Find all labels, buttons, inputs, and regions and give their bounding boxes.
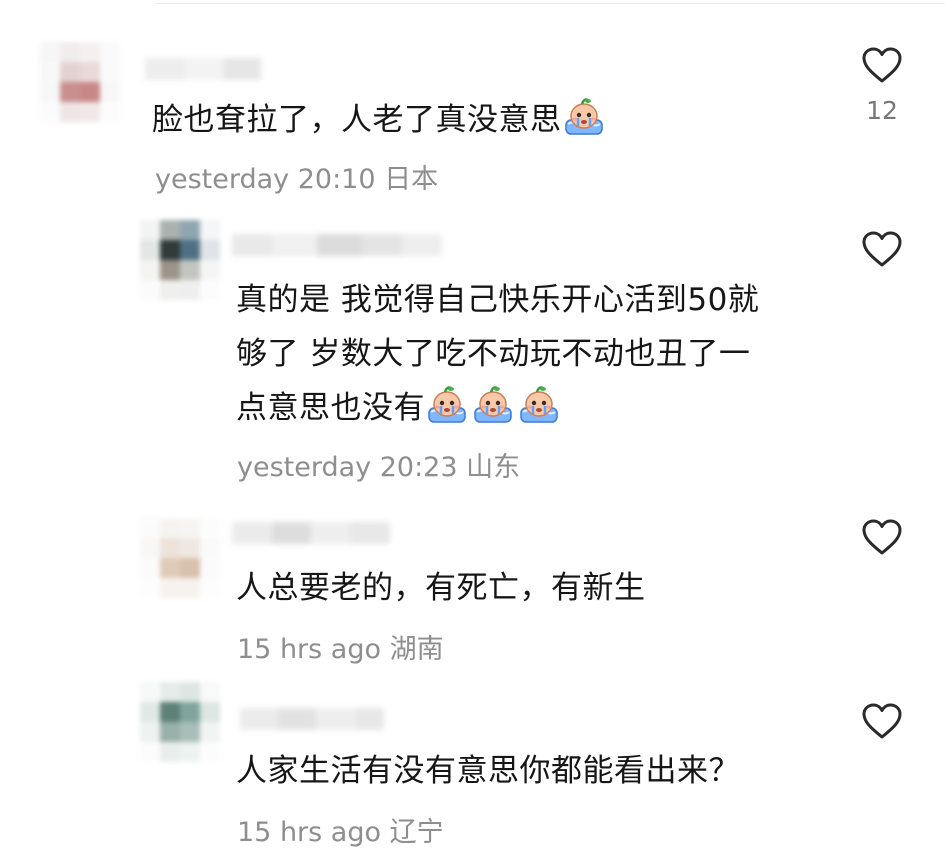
comment-time: 15 hrs ago bbox=[237, 634, 382, 665]
like-button[interactable] bbox=[860, 702, 904, 740]
heart-outline-icon bbox=[862, 231, 902, 267]
username-blurred[interactable] bbox=[240, 708, 384, 730]
comment-text: 人总要老的，有死亡，有新生 bbox=[236, 570, 646, 606]
like-count: 12 bbox=[866, 96, 898, 125]
comment-meta: yesterday 20:10 日本 bbox=[155, 157, 438, 196]
avatar[interactable] bbox=[40, 42, 120, 122]
comment-text: 人家生活有没有意思你都能看出来？ bbox=[236, 753, 740, 789]
avatar[interactable] bbox=[140, 220, 220, 300]
top-divider bbox=[155, 3, 945, 4]
crying-face-emoji bbox=[425, 384, 469, 424]
like-button[interactable]: 12 bbox=[860, 46, 904, 125]
like-button[interactable] bbox=[860, 518, 904, 556]
comment-text: 脸也耷拉了，人老了真没意思 bbox=[152, 93, 842, 147]
avatar[interactable] bbox=[140, 682, 220, 762]
heart-outline-icon bbox=[862, 519, 902, 555]
comment-time: yesterday 20:23 bbox=[237, 452, 458, 483]
comment-location: 湖南 bbox=[389, 634, 444, 665]
comment-time: yesterday 20:10 bbox=[155, 164, 376, 195]
crying-face-emoji bbox=[471, 384, 515, 424]
comment-line: 点意思也没有 bbox=[236, 390, 425, 426]
avatar[interactable] bbox=[140, 518, 220, 598]
comment-text: 真的是 我觉得自己快乐开心活到50就 够了 岁数大了吃不动玩不动也丑了一 点意思… bbox=[236, 273, 836, 435]
heart-outline-icon bbox=[862, 47, 902, 83]
comment-location: 辽宁 bbox=[389, 817, 444, 848]
username-blurred[interactable] bbox=[232, 234, 442, 256]
comment-line: 真的是 我觉得自己快乐开心活到50就 bbox=[236, 282, 760, 318]
crying-face-emoji bbox=[562, 96, 606, 136]
comment-line: 够了 岁数大了吃不动玩不动也丑了一 bbox=[236, 336, 751, 372]
comment-time: 15 hrs ago bbox=[237, 817, 382, 848]
comment-meta: 15 hrs ago 湖南 bbox=[237, 627, 444, 666]
username-blurred[interactable] bbox=[232, 522, 390, 544]
comment-location: 日本 bbox=[384, 164, 439, 195]
comment-meta: 15 hrs ago 辽宁 bbox=[237, 810, 444, 849]
heart-outline-icon bbox=[862, 703, 902, 739]
like-button[interactable] bbox=[860, 230, 904, 268]
crying-face-emoji bbox=[517, 384, 561, 424]
comment-location: 山东 bbox=[466, 452, 521, 483]
username-blurred[interactable] bbox=[145, 58, 261, 80]
comment-meta: yesterday 20:23 山东 bbox=[237, 445, 520, 484]
